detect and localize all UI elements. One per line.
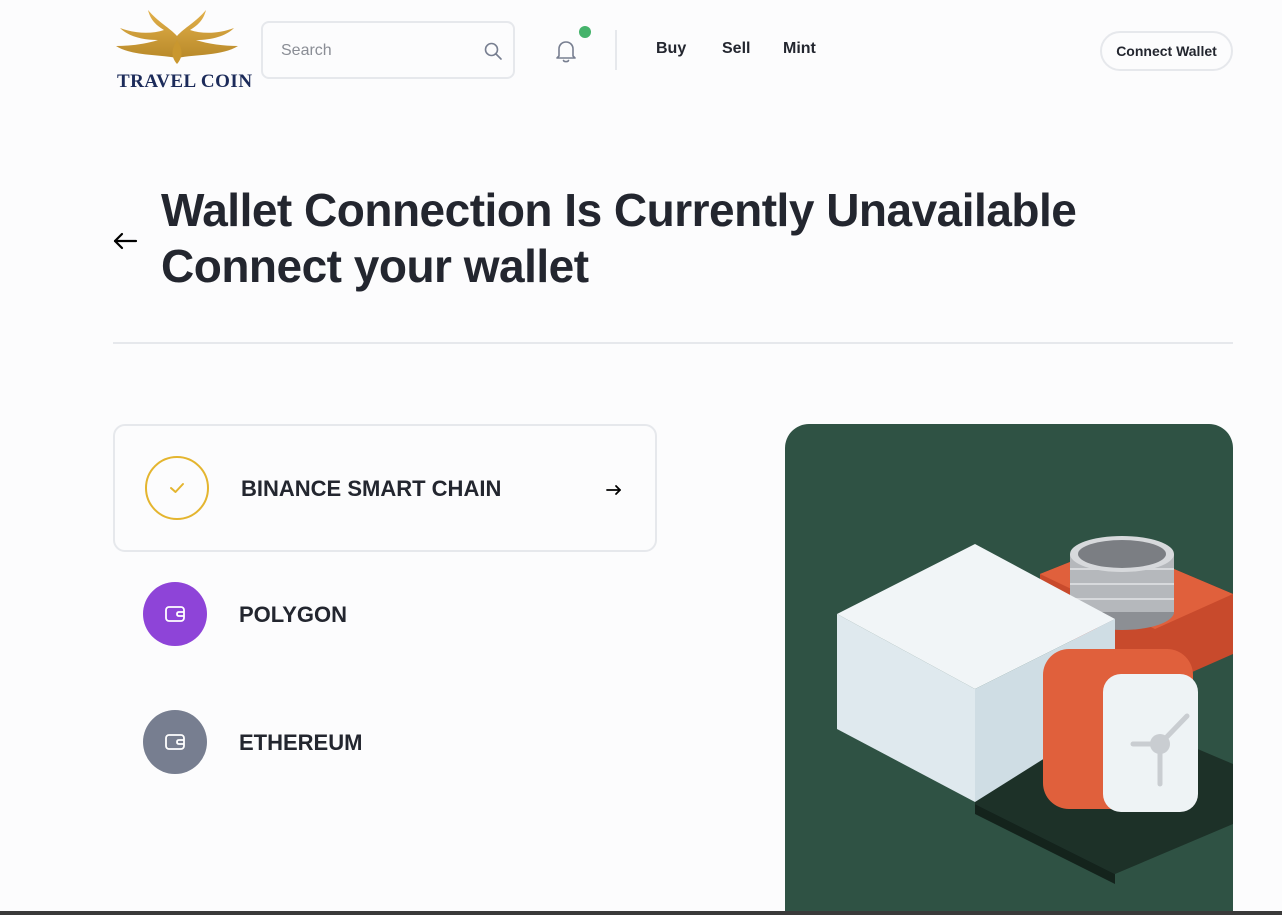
chain-label: POLYGON [239, 602, 347, 627]
chain-icon-circle [143, 710, 207, 774]
chain-check-circle [145, 456, 209, 520]
nav-buy[interactable]: Buy [656, 40, 686, 58]
connect-wallet-button[interactable]: Connect Wallet [1100, 31, 1233, 71]
page-title: Wallet Connection Is Currently Unavailab… [161, 182, 1077, 294]
search-input[interactable] [279, 23, 473, 79]
chain-icon-circle [143, 582, 207, 646]
wallet-icon [165, 734, 185, 750]
chain-option-polygon[interactable]: POLYGON [113, 552, 657, 680]
logo-text: TRAVEL COIN [117, 71, 253, 92]
notification-dot [579, 26, 591, 38]
search-icon[interactable] [483, 41, 503, 61]
page-title-line2: Connect your wallet [161, 240, 589, 292]
chain-option-ethereum[interactable]: ETHEREUM [113, 680, 657, 808]
wallet-illustration [785, 424, 1233, 915]
wallet-icon [165, 606, 185, 622]
safe-illustration [837, 536, 1233, 884]
chain-label: ETHEREUM [239, 730, 363, 755]
bell-icon[interactable] [554, 38, 578, 64]
header: TRAVEL COIN Buy Sell Mint Connect Wallet [0, 0, 1282, 100]
chain-option-binance[interactable]: BINANCE SMART CHAIN [113, 424, 657, 552]
nav-mint[interactable]: Mint [783, 40, 816, 58]
search-box[interactable] [261, 21, 515, 79]
check-icon [170, 483, 184, 493]
arrow-right-icon [606, 485, 621, 495]
back-arrow-icon[interactable] [112, 228, 138, 254]
nav-sell[interactable]: Sell [722, 40, 750, 58]
chain-label: BINANCE SMART CHAIN [241, 476, 502, 501]
section-divider [113, 342, 1233, 344]
page-title-line1: Wallet Connection Is Currently Unavailab… [161, 184, 1077, 236]
window-bottom-edge [0, 911, 1282, 915]
header-divider [615, 30, 617, 70]
